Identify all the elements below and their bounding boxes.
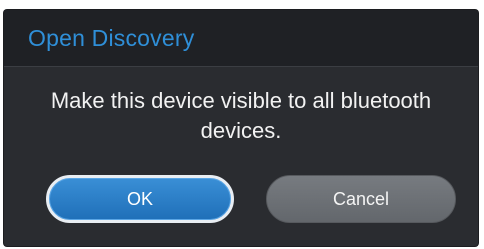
cancel-button[interactable]: Cancel — [266, 175, 456, 223]
dialog-message: Make this device visible to all bluetoot… — [50, 88, 432, 143]
screen: Open Discovery Make this device visible … — [0, 0, 484, 249]
open-discovery-dialog: Open Discovery Make this device visible … — [4, 10, 478, 246]
dialog-header: Open Discovery — [4, 10, 478, 67]
cancel-button-label: Cancel — [332, 188, 390, 209]
ok-button-label: OK — [126, 188, 153, 209]
dialog-title: Open Discovery — [28, 25, 195, 51]
ok-button[interactable]: OK — [46, 175, 234, 223]
